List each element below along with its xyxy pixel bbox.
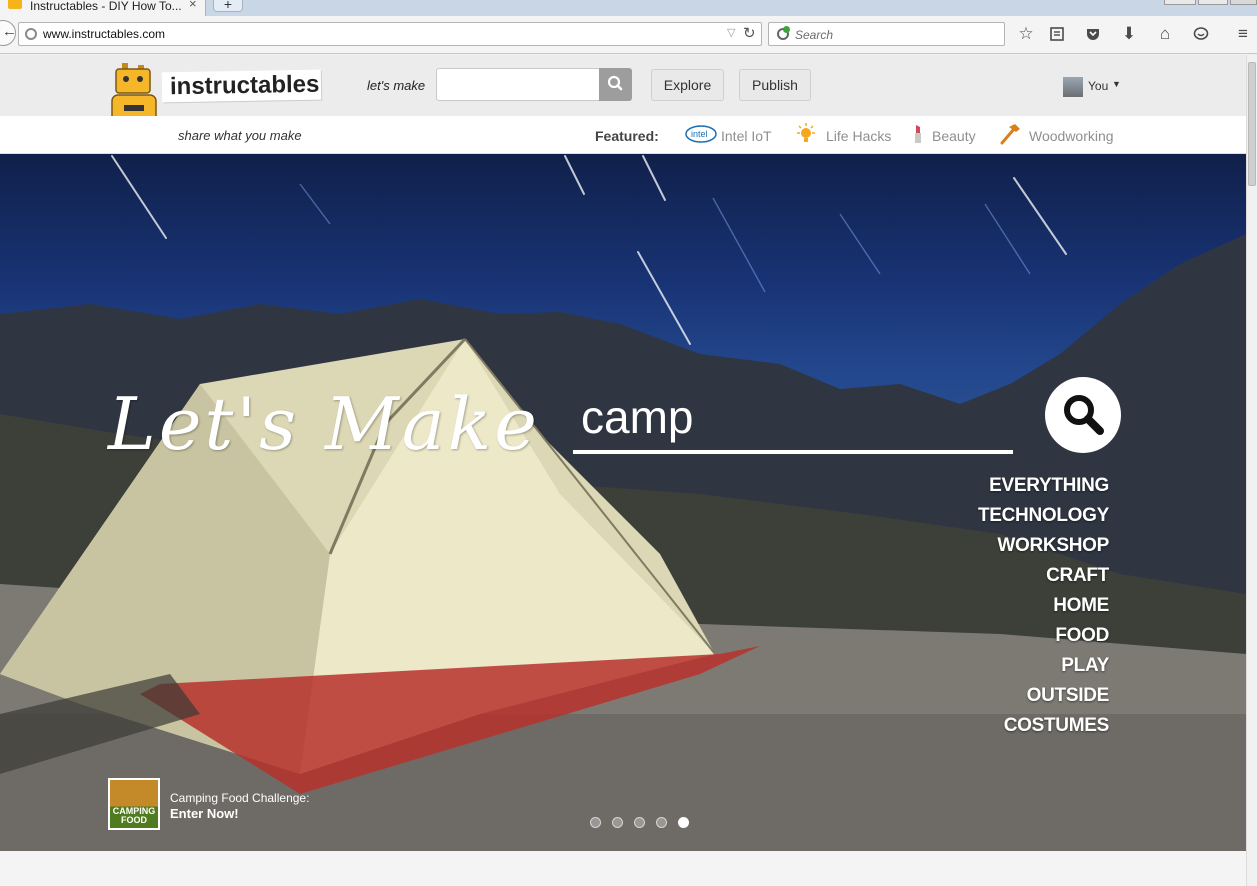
hero-banner: Let's Make camp EVERYTHING TECHNOLOGY WO… (0, 154, 1246, 851)
tagline: share what you make (178, 128, 302, 143)
carousel-dot[interactable] (656, 817, 667, 828)
instructables-favicon-icon (8, 0, 22, 9)
back-arrow-icon: ← (2, 23, 17, 40)
carousel-dot[interactable] (590, 817, 601, 828)
lets-make-label: let's make (367, 78, 426, 93)
featured-item-life-hacks[interactable]: Life Hacks (826, 128, 891, 144)
hero-search-input[interactable]: camp (573, 384, 1013, 454)
featured-label: Featured: (595, 128, 659, 144)
back-button[interactable]: ← (0, 20, 17, 46)
intel-logo-icon: intel (685, 125, 717, 143)
tab-title: Instructables - DIY How To... (30, 0, 182, 13)
browser-search-input[interactable]: Search (768, 22, 1005, 46)
close-tab-icon[interactable]: × (189, 0, 197, 10)
hammer-icon (1000, 124, 1020, 145)
bookmark-star-icon[interactable]: ☆ (1014, 22, 1038, 46)
page-viewport: instructables let's make Explore Publish… (0, 55, 1246, 886)
page-content-below (0, 851, 1246, 886)
featured-item-woodworking[interactable]: Woodworking (1029, 128, 1114, 144)
url-text: www.instructables.com (43, 27, 166, 41)
search-icon (607, 75, 623, 91)
logo-wordmark[interactable]: instructables (161, 69, 322, 103)
globe-icon (25, 28, 37, 40)
menu-hamburger-icon[interactable]: ≡ (1231, 22, 1255, 46)
home-icon[interactable]: ⌂ (1153, 22, 1177, 46)
bookmarks-list-icon[interactable] (1045, 22, 1069, 46)
chevron-down-icon[interactable]: ▼ (1112, 79, 1121, 89)
promo-title[interactable]: Camping Food Challenge: (170, 791, 309, 805)
search-engine-icon[interactable] (775, 26, 791, 42)
maximize-window-button[interactable] (1198, 0, 1228, 5)
header-search-input[interactable] (436, 68, 600, 101)
promo-thumbnail-text: CAMPING FOOD (112, 806, 156, 825)
carousel-dot-active[interactable] (678, 817, 689, 828)
publish-button[interactable]: Publish (739, 69, 811, 101)
carousel-dot[interactable] (634, 817, 645, 828)
category-list: EVERYTHING TECHNOLOGY WORKSHOP CRAFT HOM… (978, 475, 1109, 745)
avatar[interactable] (1063, 77, 1083, 97)
lipstick-icon (915, 125, 921, 143)
browser-tab-strip: Instructables - DIY How To... × + (0, 0, 1257, 16)
category-workshop[interactable]: WORKSHOP (978, 535, 1109, 565)
close-window-button[interactable] (1230, 0, 1257, 5)
category-technology[interactable]: TECHNOLOGY (978, 505, 1109, 535)
logo-text: instructables (169, 70, 320, 101)
reload-icon[interactable]: ↻ (743, 24, 756, 42)
browser-toolbar: ← www.instructables.com ▽ ↻ Search ☆ ⬇ ⌂… (0, 16, 1257, 54)
download-icon[interactable]: ⬇ (1117, 22, 1141, 46)
search-icon (1064, 395, 1104, 435)
hero-search-button[interactable] (1045, 377, 1121, 453)
category-food[interactable]: FOOD (978, 625, 1109, 655)
pocket-icon[interactable] (1081, 22, 1105, 46)
browser-search-placeholder: Search (795, 28, 834, 42)
browser-tab[interactable]: Instructables - DIY How To... × (0, 0, 206, 16)
featured-item-beauty[interactable]: Beauty (932, 128, 976, 144)
category-costumes[interactable]: COSTUMES (978, 715, 1110, 745)
explore-button[interactable]: Explore (651, 69, 724, 101)
url-dropdown-icon[interactable]: ▽ (727, 26, 735, 39)
svg-text:intel: intel (691, 129, 708, 139)
category-outside[interactable]: OUTSIDE (978, 685, 1110, 715)
lightbulb-icon (797, 123, 815, 142)
category-everything[interactable]: EVERYTHING (978, 475, 1109, 505)
category-home[interactable]: HOME (978, 595, 1109, 625)
minimize-window-button[interactable] (1164, 0, 1196, 5)
header-search-button[interactable] (599, 68, 632, 101)
featured-item-intel-iot[interactable]: Intel IoT (721, 128, 772, 144)
new-tab-button[interactable]: + (213, 0, 243, 12)
site-header: instructables let's make Explore Publish… (0, 55, 1246, 150)
carousel-dot[interactable] (612, 817, 623, 828)
category-craft[interactable]: CRAFT (978, 565, 1109, 595)
chat-icon[interactable] (1189, 22, 1213, 46)
address-bar[interactable]: www.instructables.com ▽ ↻ (18, 22, 762, 46)
page-scrollbar-thumb[interactable] (1248, 62, 1256, 186)
promo-cta[interactable]: Enter Now! (170, 806, 239, 821)
promo-thumbnail[interactable]: CAMPING FOOD (108, 778, 160, 830)
user-menu-label[interactable]: You (1088, 79, 1108, 93)
hero-title: Let's Make (108, 382, 540, 466)
category-play[interactable]: PLAY (978, 655, 1109, 685)
